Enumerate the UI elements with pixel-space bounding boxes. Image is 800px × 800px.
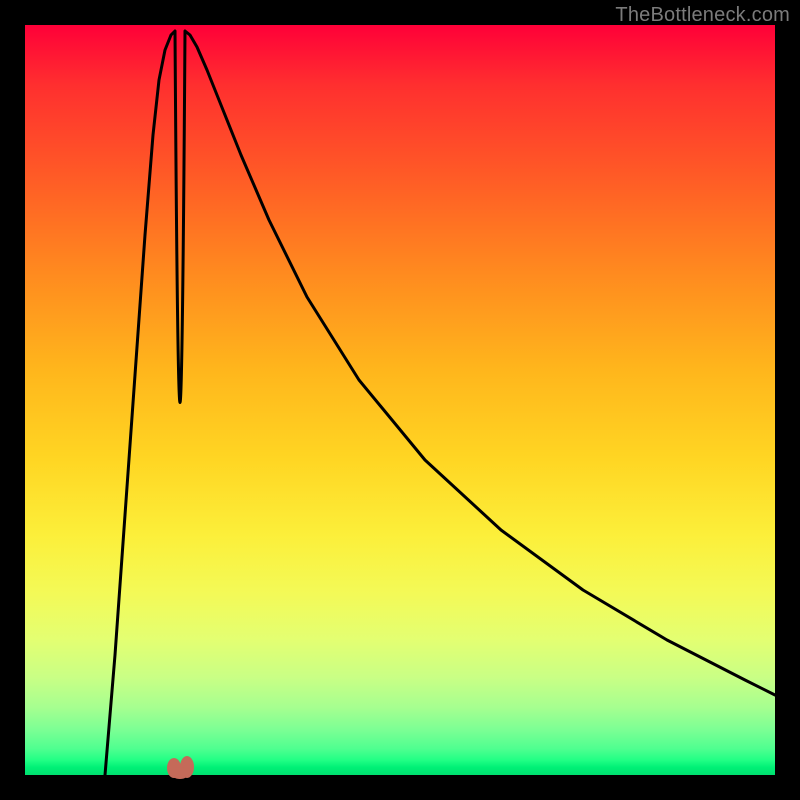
valley-blob-mid bbox=[171, 767, 189, 779]
curve-layer bbox=[25, 25, 775, 775]
curve-valley-floor bbox=[175, 31, 185, 403]
watermark-text: TheBottleneck.com bbox=[615, 4, 790, 27]
plot-area bbox=[25, 25, 775, 775]
curve-right-branch bbox=[185, 31, 775, 695]
chart-frame: TheBottleneck.com bbox=[0, 0, 800, 800]
curve-left-branch bbox=[105, 31, 175, 775]
